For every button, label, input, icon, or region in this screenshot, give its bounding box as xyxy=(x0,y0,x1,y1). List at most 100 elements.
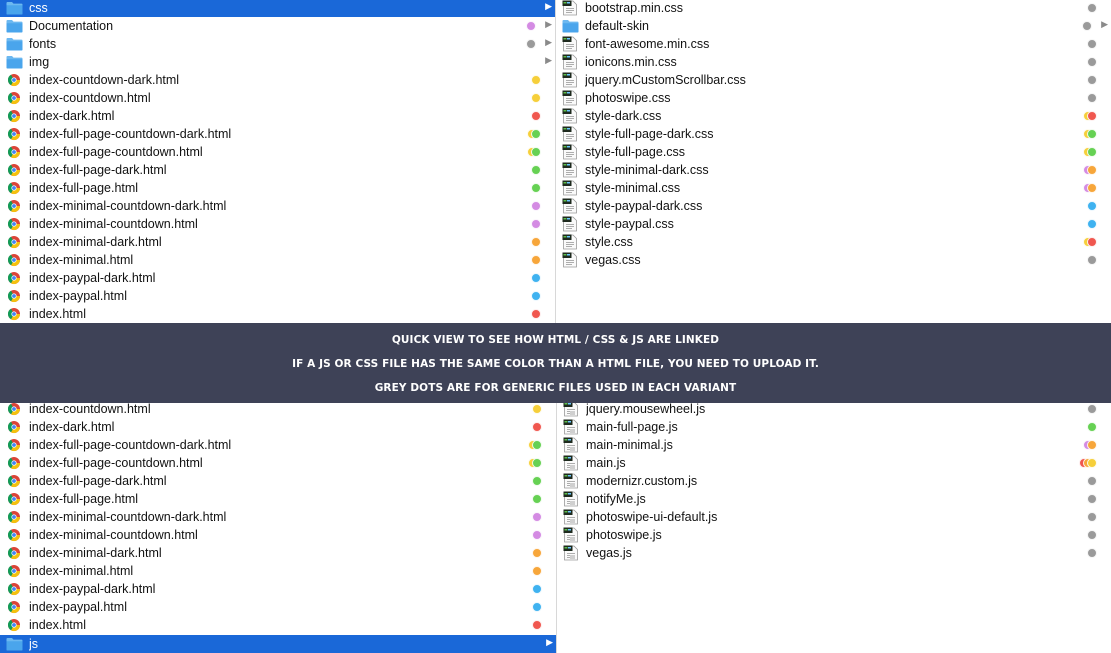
item-label: photoswipe-ui-default.js xyxy=(586,510,718,524)
file-row[interactable]: index-paypal.html xyxy=(0,598,556,616)
file-row[interactable]: index-full-page-countdown-dark.html xyxy=(0,125,555,143)
file-row[interactable]: index-paypal-dark.html xyxy=(0,580,556,598)
green-tag-dot xyxy=(531,147,541,157)
blue-tag-dot xyxy=(531,291,541,301)
color-tags xyxy=(520,493,542,505)
file-row[interactable]: index-minimal-dark.html xyxy=(0,233,555,251)
folder-row[interactable]: default-skin ▶ xyxy=(556,17,1111,35)
item-label: bootstrap.min.css xyxy=(585,1,683,15)
file-row[interactable]: photoswipe-ui-default.js xyxy=(557,508,1111,526)
file-row[interactable]: jquery.mCustomScrollbar.css xyxy=(556,71,1111,89)
orange-tag-dot xyxy=(1087,165,1097,175)
color-tags xyxy=(519,218,541,230)
file-row[interactable]: index-minimal-countdown.html xyxy=(0,215,555,233)
file-row[interactable]: photoswipe.js xyxy=(557,526,1111,544)
file-row[interactable]: style-full-page.css xyxy=(556,143,1111,161)
file-row[interactable]: index-paypal-dark.html xyxy=(0,269,555,287)
file-row[interactable]: style-full-page-dark.css xyxy=(556,125,1111,143)
file-row[interactable]: index-minimal-countdown-dark.html xyxy=(0,197,555,215)
color-tags xyxy=(520,421,542,433)
item-label: jquery.mCustomScrollbar.css xyxy=(585,73,746,87)
html-file-icon xyxy=(5,509,23,525)
css-file-icon xyxy=(561,234,579,250)
file-row[interactable]: index-minimal.html xyxy=(0,251,555,269)
file-row[interactable]: index-full-page-dark.html xyxy=(0,472,556,490)
file-row[interactable]: photoswipe.css xyxy=(556,89,1111,107)
folder-row[interactable]: fonts ▶ xyxy=(0,35,555,53)
file-row[interactable]: index-full-page-dark.html xyxy=(0,161,555,179)
file-row[interactable]: ionicons.min.css xyxy=(556,53,1111,71)
html-file-icon xyxy=(5,108,23,124)
item-label: index-full-page-dark.html xyxy=(29,474,167,488)
purple-tag-dot xyxy=(526,21,536,31)
file-row[interactable]: index.html xyxy=(0,616,556,634)
file-row[interactable]: index-minimal-countdown-dark.html xyxy=(0,508,556,526)
item-label: index-paypal-dark.html xyxy=(29,271,156,285)
color-tags xyxy=(520,439,542,451)
css-file-icon xyxy=(561,36,579,52)
file-row[interactable]: modernizr.custom.js xyxy=(557,472,1111,490)
file-row[interactable]: index-dark.html xyxy=(0,107,555,125)
file-row[interactable]: index-countdown.html xyxy=(0,403,556,418)
red-tag-dot xyxy=(531,111,541,121)
yellow-tag-dot xyxy=(531,75,541,85)
green-tag-dot xyxy=(1087,147,1097,157)
file-row[interactable]: index.html xyxy=(0,305,555,323)
color-tags xyxy=(519,110,541,122)
file-row[interactable]: main.js xyxy=(557,454,1111,472)
color-tags xyxy=(1075,56,1097,68)
css-file-icon xyxy=(561,90,579,106)
item-label: index-minimal.html xyxy=(29,253,134,267)
file-row[interactable]: main-full-page.js xyxy=(557,418,1111,436)
color-tags xyxy=(1075,92,1097,104)
color-tags xyxy=(514,38,536,50)
file-row[interactable]: style-dark.css xyxy=(556,107,1111,125)
item-label: style-minimal.css xyxy=(585,181,681,195)
orange-tag-dot xyxy=(531,237,541,247)
item-label: style-paypal.css xyxy=(585,217,674,231)
file-row[interactable]: style-minimal-dark.css xyxy=(556,161,1111,179)
file-row[interactable]: style-paypal-dark.css xyxy=(556,197,1111,215)
file-row[interactable]: index-minimal-countdown.html xyxy=(0,526,556,544)
purple-tag-dot xyxy=(531,201,541,211)
banner-line-2: IF A JS OR CSS FILE HAS THE SAME COLOR T… xyxy=(292,358,819,370)
color-tags xyxy=(520,565,542,577)
info-banner: QUICK VIEW TO SEE HOW HTML / CSS & JS AR… xyxy=(0,323,1111,403)
file-row[interactable]: index-paypal.html xyxy=(0,287,555,305)
item-label: index-minimal.html xyxy=(29,564,134,578)
color-tags xyxy=(1075,457,1097,469)
file-row[interactable]: index-full-page.html xyxy=(0,179,555,197)
js-file-icon xyxy=(562,509,580,525)
folder-icon xyxy=(5,0,23,16)
file-row[interactable]: index-full-page-countdown.html xyxy=(0,143,555,161)
file-row[interactable]: font-awesome.min.css xyxy=(556,35,1111,53)
item-label: style-paypal-dark.css xyxy=(585,199,703,213)
file-row[interactable]: bootstrap.min.css xyxy=(556,0,1111,17)
file-row[interactable]: vegas.js xyxy=(557,544,1111,562)
html-file-icon xyxy=(5,581,23,597)
file-row[interactable]: main-minimal.js xyxy=(557,436,1111,454)
file-row[interactable]: style.css xyxy=(556,233,1111,251)
file-row[interactable]: index-full-page-countdown.html xyxy=(0,454,556,472)
blue-tag-dot xyxy=(532,602,542,612)
file-row[interactable]: style-minimal.css xyxy=(556,179,1111,197)
orange-tag-dot xyxy=(1087,183,1097,193)
file-row[interactable]: vegas.css xyxy=(556,251,1111,269)
file-row[interactable]: notifyMe.js xyxy=(557,490,1111,508)
file-row[interactable]: index-countdown-dark.html xyxy=(0,71,555,89)
item-label: main-full-page.js xyxy=(586,420,678,434)
file-row[interactable]: index-full-page-countdown-dark.html xyxy=(0,436,556,454)
blue-tag-dot xyxy=(531,273,541,283)
folder-row[interactable]: css ▶ xyxy=(0,0,555,17)
file-row[interactable]: index-full-page.html xyxy=(0,490,556,508)
file-row[interactable]: index-countdown.html xyxy=(0,89,555,107)
folder-row[interactable]: js ▶ xyxy=(0,635,556,653)
folder-row[interactable]: img ▶ xyxy=(0,53,555,71)
file-row[interactable]: index-minimal-dark.html xyxy=(0,544,556,562)
file-row[interactable]: index-dark.html xyxy=(0,418,556,436)
folder-row[interactable]: Documentation ▶ xyxy=(0,17,555,35)
item-label: jquery.mousewheel.js xyxy=(586,403,706,416)
file-row[interactable]: jquery.mousewheel.js xyxy=(557,403,1111,418)
file-row[interactable]: style-paypal.css xyxy=(556,215,1111,233)
file-row[interactable]: index-minimal.html xyxy=(0,562,556,580)
